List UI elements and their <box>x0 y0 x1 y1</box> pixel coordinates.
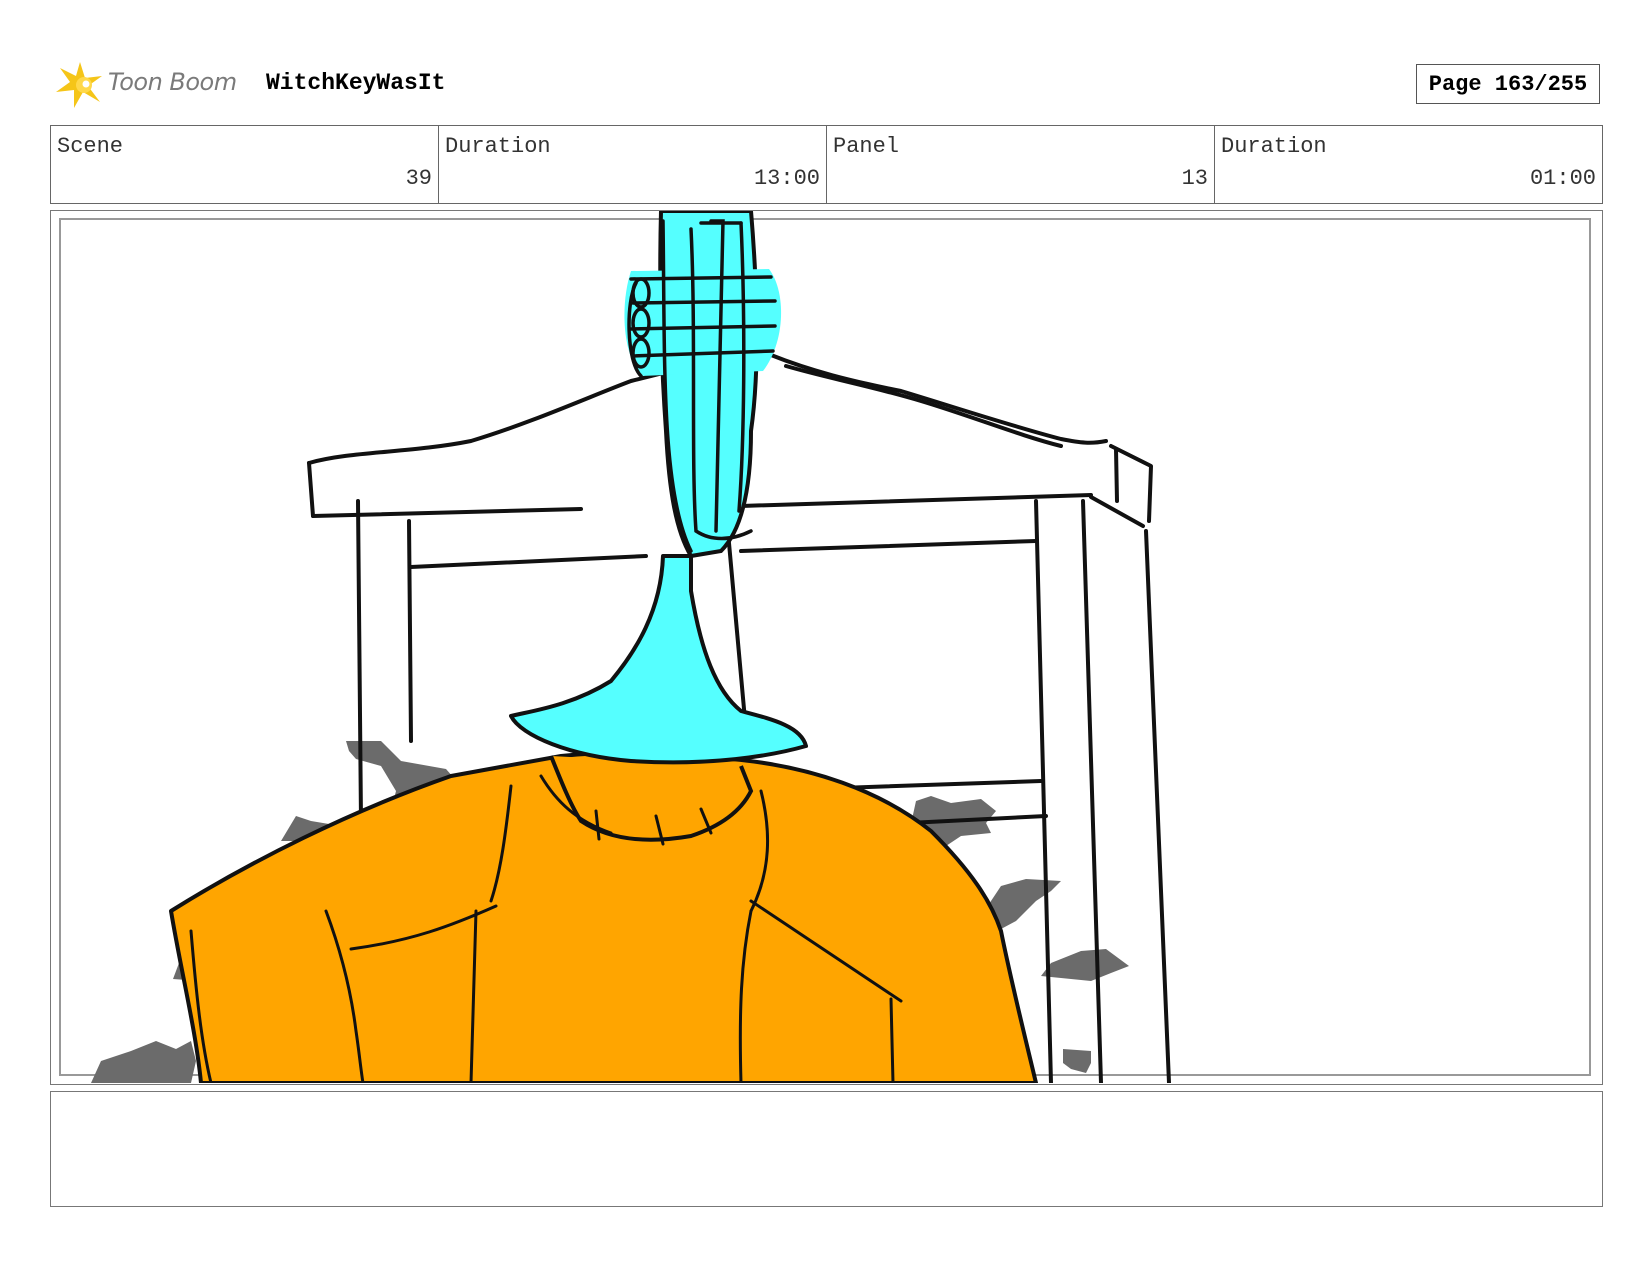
scene-value: 39 <box>405 166 432 191</box>
scene-duration-value: 13:00 <box>753 166 820 191</box>
panel-duration-cell: Duration 01:00 <box>1215 126 1602 203</box>
page-indicator: Page 163/255 <box>1416 64 1600 104</box>
panel-cell: Panel 13 <box>827 126 1215 203</box>
brand-name: Toon Boom <box>108 68 237 96</box>
panel-duration-value: 01:00 <box>1529 166 1596 191</box>
scene-label: Scene <box>57 134 124 159</box>
panel-notes-box[interactable] <box>50 1091 1603 1207</box>
panel-drawing <box>59 211 1591 1083</box>
toon-boom-logo: Toon Boom <box>52 58 252 110</box>
panel-value: 13 <box>1181 166 1208 191</box>
project-title: WitchKeyWasIt <box>266 70 446 96</box>
sweater-figure <box>169 750 1038 1083</box>
scene-duration-label: Duration <box>445 134 551 159</box>
starburst-logo-icon <box>56 62 102 108</box>
scene-cell: Scene 39 <box>51 126 439 203</box>
panel-label: Panel <box>833 134 900 159</box>
scene-info-row: Scene 39 Duration 13:00 Panel 13 Duratio… <box>50 125 1603 204</box>
debris-piece <box>1041 949 1129 981</box>
page-header: Toon Boom WitchKeyWasIt Page 163/255 <box>52 58 1602 110</box>
instrument <box>509 211 808 765</box>
panel-duration-label: Duration <box>1221 134 1327 159</box>
scene-duration-cell: Duration 13:00 <box>439 126 827 203</box>
storyboard-panel <box>50 210 1603 1085</box>
debris-piece <box>91 1041 196 1083</box>
debris-piece <box>1063 1049 1091 1073</box>
